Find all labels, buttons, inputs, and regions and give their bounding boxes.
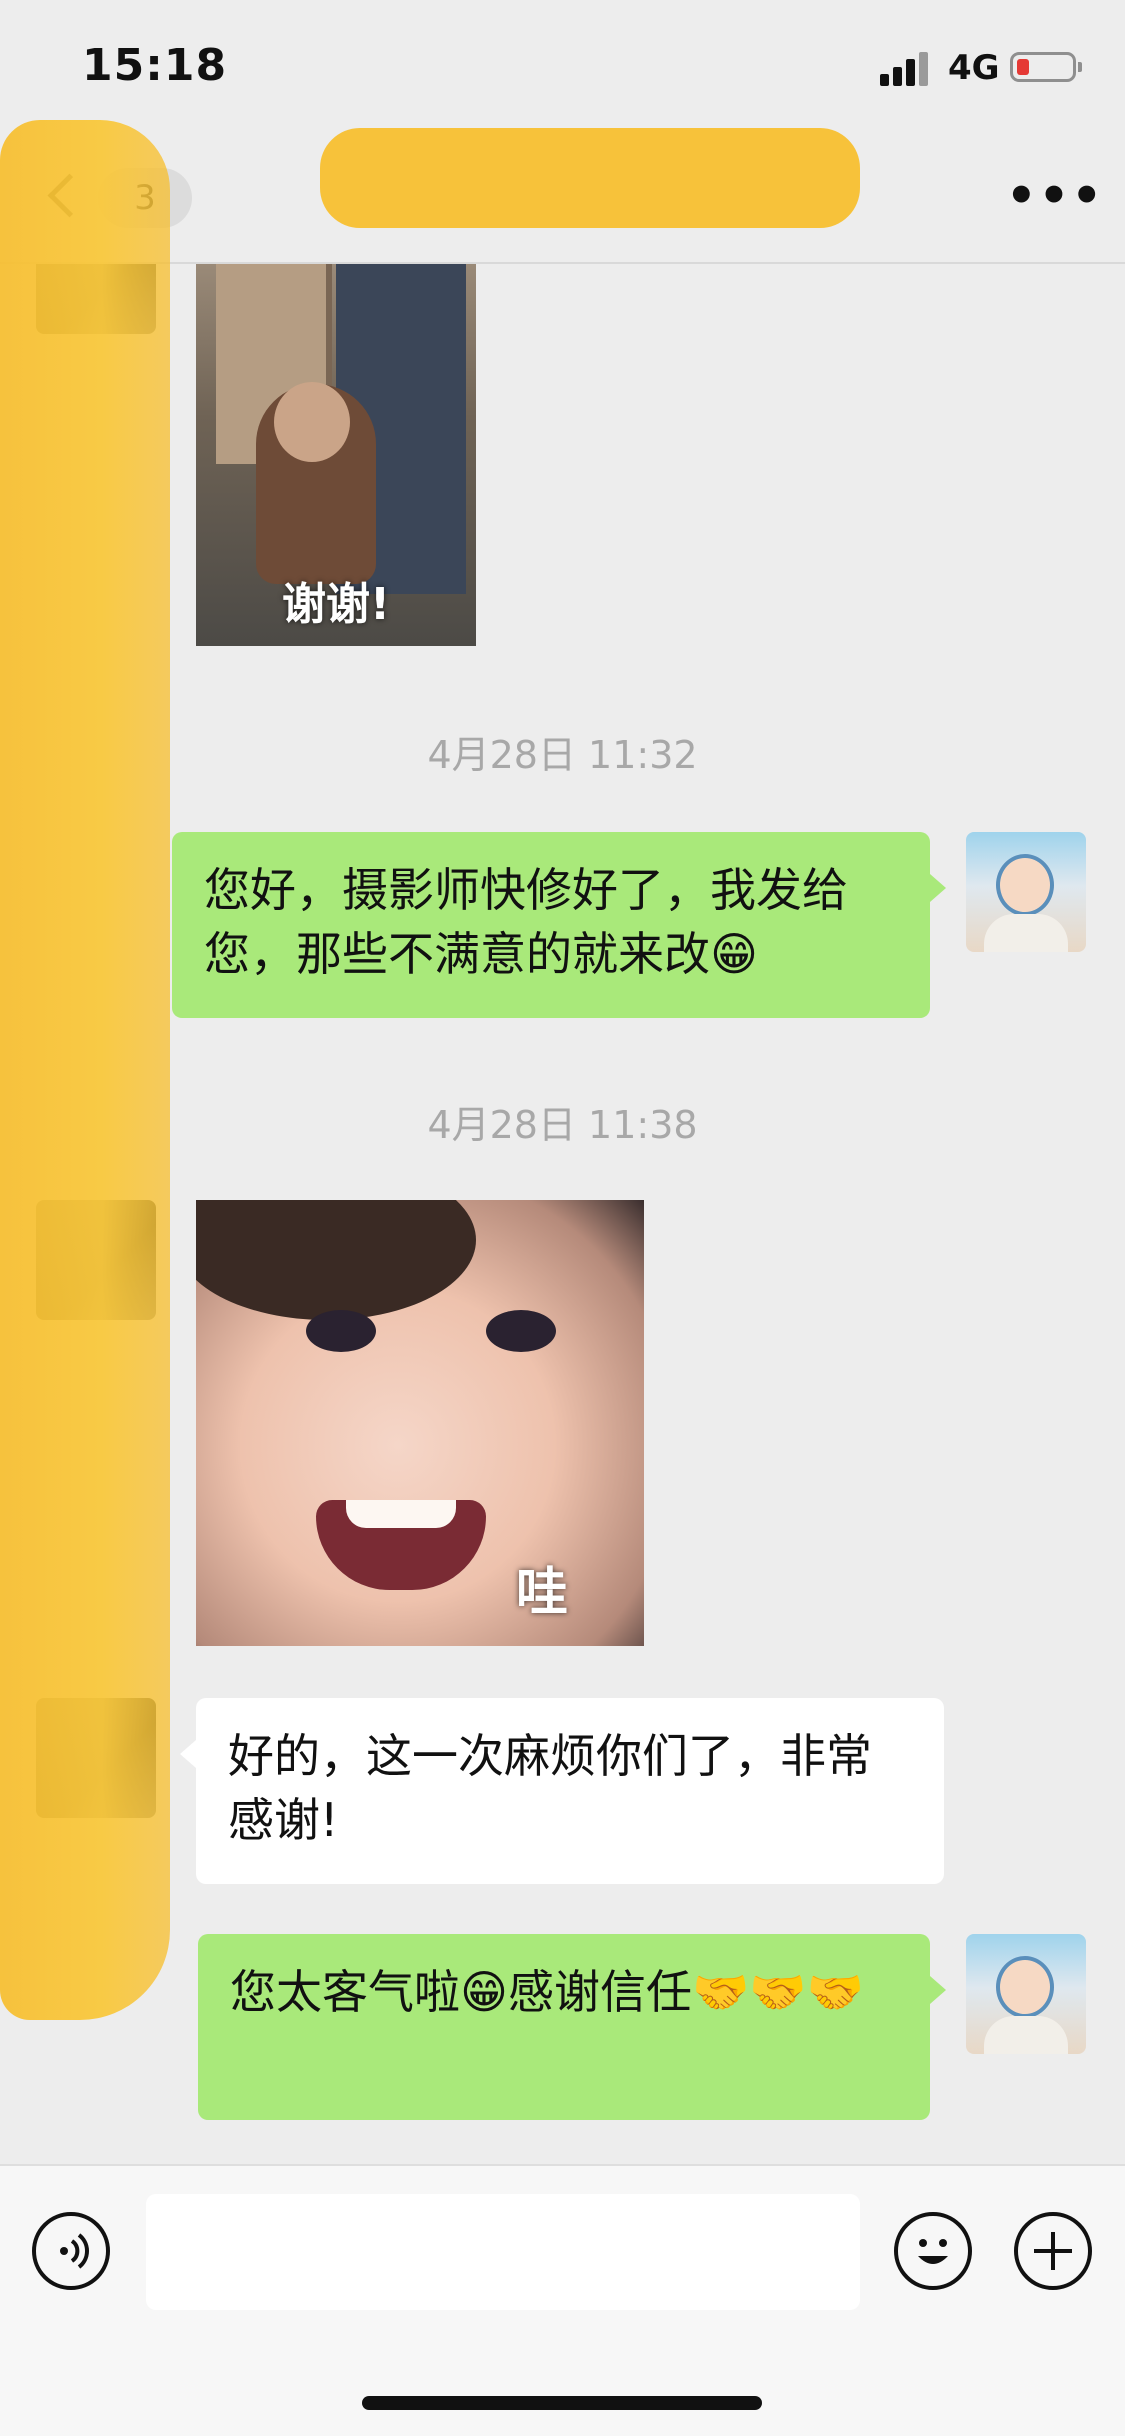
avatar[interactable]: [36, 1200, 156, 1320]
back-button[interactable]: 3: [24, 166, 192, 232]
avatar[interactable]: [36, 264, 156, 334]
status-time: 15:18: [82, 40, 228, 91]
battery-icon: [1010, 52, 1082, 82]
sent-message[interactable]: 您太客气啦😁感谢信任🤝🤝🤝: [198, 1934, 946, 2120]
message-input[interactable]: [146, 2194, 860, 2310]
timestamp: 4月28日 11:32: [427, 733, 698, 777]
avatar[interactable]: [966, 832, 1086, 952]
nav-bar: 3 •••: [0, 132, 1125, 264]
unread-count-badge: 3: [98, 168, 192, 228]
chevron-left-icon: [47, 173, 92, 218]
more-icon[interactable]: •••: [1006, 172, 1102, 220]
chat-title: [330, 170, 830, 230]
signal-icon: [880, 50, 932, 86]
sticker-wow[interactable]: 哇: [196, 1200, 644, 1646]
sticker-thanks[interactable]: 谢谢!: [196, 264, 476, 646]
voice-icon[interactable]: [32, 2212, 110, 2290]
input-bar: [0, 2164, 1125, 2436]
network-label: 4G: [948, 48, 1000, 88]
status-bar: 15:18 4G: [0, 0, 1125, 132]
avatar[interactable]: [966, 1934, 1086, 2054]
sticker-caption: 谢谢!: [281, 579, 391, 630]
sticker-caption: 哇: [516, 1563, 569, 1623]
chat-area[interactable]: 谢谢! 4月28日 11:32 您好，摄影师快修好了，我发给您，那些不满意的就来…: [0, 264, 1125, 2164]
received-message[interactable]: 好的，这一次麻烦你们了，非常感谢!: [180, 1698, 944, 1884]
timestamp: 4月28日 11:38: [427, 1103, 698, 1147]
home-indicator: [362, 2396, 762, 2410]
plus-icon[interactable]: [1014, 2212, 1092, 2290]
avatar[interactable]: [36, 1698, 156, 1818]
sent-message[interactable]: 您好，摄影师快修好了，我发给您，那些不满意的就来改😁: [172, 832, 946, 1018]
emoji-icon[interactable]: [894, 2212, 972, 2290]
